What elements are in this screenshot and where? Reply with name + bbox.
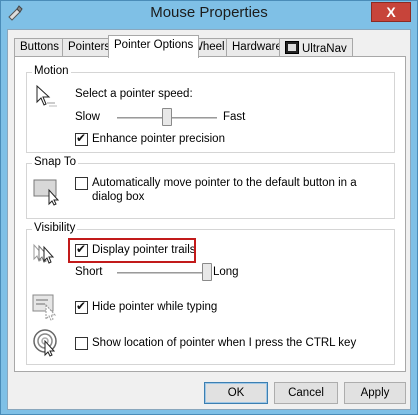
dialog-body: Buttons Pointers Pointer Options Wheel H… [7, 29, 411, 410]
tab-pointer-options[interactable]: Pointer Options [108, 35, 200, 58]
trail-long-label: Long [213, 266, 239, 278]
trails-highlight-box [68, 238, 196, 263]
speed-slider-thumb[interactable] [162, 108, 172, 126]
snap-to-group-label: Snap To [32, 156, 78, 168]
motion-group: Motion Select a pointer speed: Slow Fast… [26, 65, 395, 153]
snap-to-icon [33, 176, 63, 209]
ok-button[interactable]: OK [204, 382, 268, 404]
snap-to-checkbox[interactable] [75, 177, 88, 190]
pointer-options-panel: Motion Select a pointer speed: Slow Fast… [14, 56, 406, 372]
hide-while-typing-label: Hide pointer while typing [92, 301, 218, 313]
trail-slider-track[interactable] [117, 272, 207, 274]
cancel-button[interactable]: Cancel [274, 382, 338, 404]
trail-slider-thumb[interactable] [202, 263, 212, 281]
speed-slow-label: Slow [75, 111, 100, 123]
close-button[interactable]: X [371, 2, 411, 22]
speed-prompt: Select a pointer speed: [75, 88, 193, 100]
tab-buttons[interactable]: Buttons [14, 38, 65, 57]
mouse-properties-window: Mouse Properties X Buttons Pointers Poin… [0, 0, 418, 415]
window-title: Mouse Properties [150, 4, 268, 21]
visibility-group-label: Visibility [32, 222, 78, 234]
tab-ultranav[interactable]: UltraNav [279, 38, 353, 57]
hide-pointer-icon [32, 293, 62, 324]
enhance-precision-label: Enhance pointer precision [92, 133, 225, 145]
hide-while-typing-checkbox[interactable] [75, 299, 88, 314]
motion-group-label: Motion [32, 65, 71, 77]
tab-ultranav-label: UltraNav [302, 43, 347, 55]
snap-to-group: Snap To Automatically move pointer to th… [26, 156, 395, 219]
show-location-label: Show location of pointer when I press th… [92, 337, 357, 349]
snap-to-label-line2: dialog box [92, 191, 145, 203]
show-location-icon [32, 328, 62, 361]
trail-short-label: Short [75, 266, 103, 278]
enhance-precision-checkbox[interactable] [75, 131, 88, 146]
apply-button[interactable]: Apply [344, 382, 406, 404]
speed-fast-label: Fast [223, 111, 246, 123]
show-location-checkbox[interactable] [75, 337, 88, 350]
ultranav-icon [285, 41, 299, 54]
pointer-trails-icon [32, 241, 62, 272]
snap-to-label-line1: Automatically move pointer to the defaul… [92, 177, 357, 189]
title-bar: Mouse Properties X [1, 1, 417, 27]
visibility-group: Visibility Display pointer trails Short … [26, 222, 395, 365]
pointer-speed-icon [33, 83, 59, 112]
